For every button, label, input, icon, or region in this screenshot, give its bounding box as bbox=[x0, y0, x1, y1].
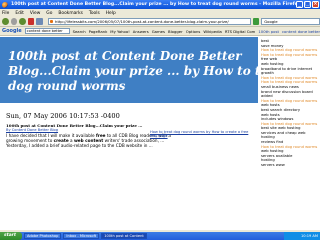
menu-view[interactable]: View bbox=[30, 11, 40, 16]
menu-help[interactable]: Help bbox=[106, 11, 116, 16]
menu-tools[interactable]: Tools bbox=[89, 11, 100, 16]
navigation-toolbar: http://lifelessbits.com/2006/05/07/100th… bbox=[0, 17, 320, 27]
post-source-link[interactable]: How to treat dog round worms by How to c… bbox=[150, 130, 250, 138]
window-controls: _ □ × bbox=[296, 1, 319, 8]
home-button[interactable] bbox=[36, 18, 44, 25]
wikipedia-button[interactable]: Wikipedia bbox=[203, 29, 222, 34]
google-logo: Google bbox=[2, 28, 22, 34]
back-button[interactable] bbox=[2, 18, 9, 25]
highlight-content[interactable]: content done better bbox=[282, 29, 320, 34]
menu-bookmarks[interactable]: Bookmarks bbox=[58, 11, 83, 16]
google-search-button[interactable]: Search bbox=[73, 29, 86, 34]
page-content: 100th post at Content Done Better Blog..… bbox=[0, 37, 320, 230]
taskbar-item-active[interactable]: 100th post at Content bbox=[101, 233, 147, 239]
my-yahoo-button[interactable]: My Yahoo! bbox=[110, 29, 129, 34]
games-button[interactable]: Games bbox=[152, 29, 165, 34]
sidebar-item: servers www bbox=[261, 163, 285, 168]
window-titlebar: 100th post at Content Done Better Blog..… bbox=[0, 0, 320, 9]
post-byline-link[interactable]: By Content Done Better Blog bbox=[6, 128, 58, 132]
google-toolbar: Google content done better Search PageRa… bbox=[0, 27, 320, 36]
sidebar: best save money How to treat dog round wor… bbox=[258, 37, 320, 230]
forward-button[interactable] bbox=[10, 18, 18, 25]
menu-go[interactable]: Go bbox=[46, 11, 52, 16]
taskbar: start Adobe Photoshop Inbox - Microsoft … bbox=[0, 232, 320, 240]
highlight-100th[interactable]: 100th post bbox=[258, 29, 279, 34]
menubar: File Edit View Go Bookmarks Tools Help bbox=[0, 9, 320, 17]
sidebar-item: brand new discussion board added bbox=[261, 89, 313, 99]
address-bar[interactable]: http://lifelessbits.com/2006/05/07/100th… bbox=[48, 18, 251, 25]
taskbar-item[interactable]: Adobe Photoshop bbox=[24, 233, 62, 239]
sidebar-item: broadband to drive internet growth bbox=[261, 66, 313, 76]
answers-button[interactable]: Answers bbox=[133, 29, 149, 34]
blogger-button[interactable]: Blogger bbox=[168, 29, 183, 34]
reload-button[interactable] bbox=[19, 18, 26, 25]
close-button[interactable]: × bbox=[312, 1, 319, 8]
go-button[interactable] bbox=[252, 18, 260, 25]
window-title: 100th post at Content Done Better Blog..… bbox=[11, 2, 301, 7]
pagerank-button[interactable]: PageRank bbox=[89, 29, 108, 34]
system-tray-clock: 10:19 AM bbox=[284, 232, 320, 240]
maximize-button[interactable]: □ bbox=[304, 1, 311, 8]
options-button[interactable]: Options bbox=[186, 29, 201, 34]
minimize-button[interactable]: _ bbox=[296, 1, 303, 8]
search-box[interactable]: Google bbox=[261, 18, 320, 25]
rts-digital-button[interactable]: RTS Digital Com bbox=[225, 29, 256, 34]
main-column: Sun, 07 May 2006 10:17:53 -0400 100th po… bbox=[0, 103, 258, 230]
sidebar-item: services and cheap web hosting bbox=[261, 130, 306, 140]
stop-button[interactable] bbox=[27, 18, 35, 25]
menu-edit[interactable]: Edit bbox=[15, 11, 24, 16]
post-byline: By Content Done Better Blog bbox=[6, 128, 58, 132]
taskbar-item[interactable]: Inbox - Microsoft bbox=[63, 233, 100, 239]
start-button[interactable]: start bbox=[0, 232, 22, 240]
google-search-input[interactable]: content done better bbox=[24, 28, 70, 34]
firefox-icon bbox=[2, 1, 8, 8]
post-date: Sun, 07 May 2006 10:17:53 -0400 bbox=[6, 112, 120, 120]
menu-file[interactable]: File bbox=[2, 11, 9, 16]
